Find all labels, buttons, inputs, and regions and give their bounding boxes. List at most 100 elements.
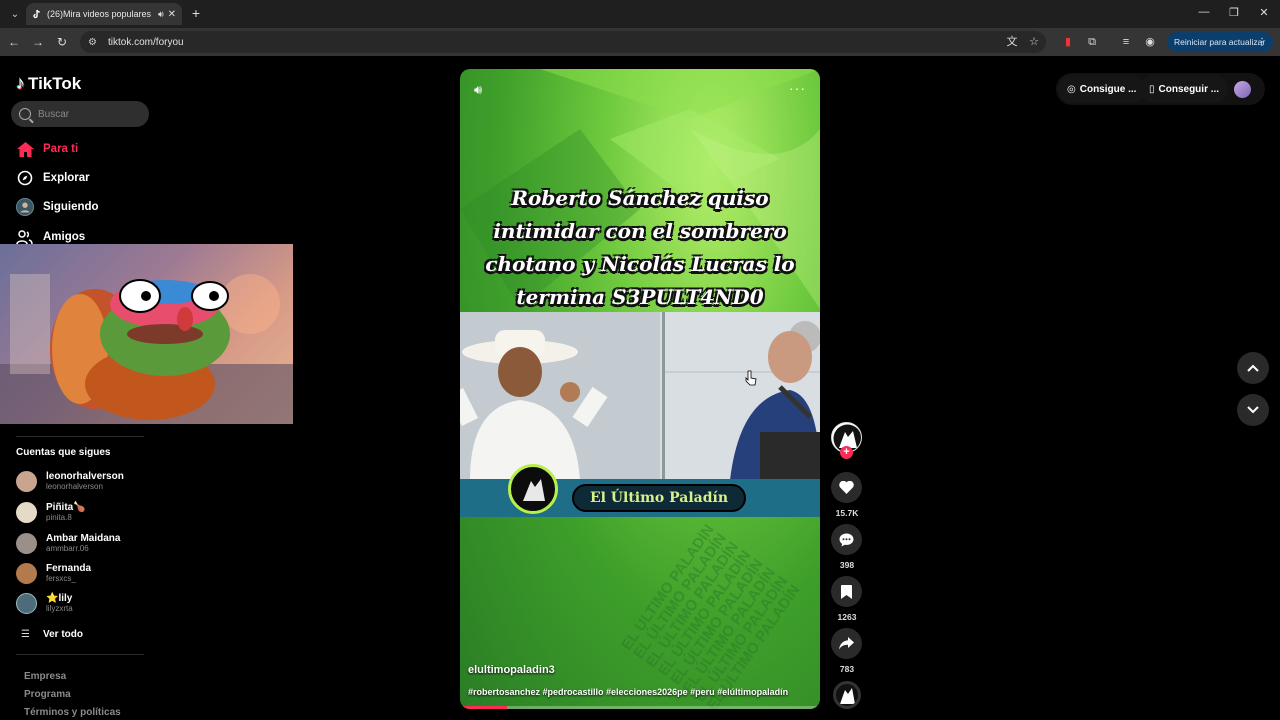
footer-link-empresa[interactable]: Empresa (24, 671, 66, 682)
chevron-up-icon (1247, 364, 1259, 372)
account-name: Piñita🍗 (46, 502, 86, 513)
account-username: ammbarr.06 (46, 544, 89, 553)
footer-link-programa[interactable]: Programa (24, 689, 71, 700)
coin-icon: ◎ (1067, 83, 1076, 95)
save-button[interactable] (831, 576, 862, 607)
nav-siguiendo[interactable]: Siguiendo (16, 198, 99, 216)
comment-icon (839, 533, 854, 546)
frame-divider (662, 312, 665, 480)
close-window-button[interactable]: ✕ (1256, 6, 1272, 19)
save-count: 1263 (837, 612, 857, 622)
heart-icon (839, 481, 854, 494)
sidebar-divider (16, 436, 144, 437)
music-disc-icon[interactable] (833, 681, 861, 709)
video-hashtags[interactable]: #robertosanchez #pedrocastillo #eleccion… (468, 687, 788, 697)
share-arrow-icon (839, 637, 854, 650)
share-count: 783 (839, 664, 855, 674)
tab-search-button[interactable]: ⌄ (6, 5, 24, 23)
list-icon: ☰ (21, 629, 30, 640)
tab-close-icon[interactable]: ✕ (168, 9, 176, 20)
account-item[interactable]: leonorhalverson leonorhalverson (16, 471, 124, 492)
update-label: Reiniciar para actualizar (1174, 37, 1266, 47)
get-app-button[interactable]: ▯ Conseguir ... (1140, 75, 1229, 103)
media-control-icon[interactable]: ≡ (1118, 34, 1134, 50)
home-icon (16, 140, 34, 158)
bookmark-star-icon[interactable]: ☆ (1026, 34, 1042, 50)
browser-toolbar: ← → ↻ ⚙ tiktok.com/foryou 文 ☆ ▮ ⧉ ≡ ◉ Re… (0, 28, 1280, 56)
browser-tab[interactable]: (26)Mira videos populares 🔊︎ ✕ (26, 3, 182, 25)
compass-icon (16, 169, 34, 187)
previous-video-button[interactable] (1237, 352, 1269, 384)
address-bar[interactable]: ⚙ tiktok.com/foryou (80, 31, 1046, 53)
search-input[interactable]: Buscar (11, 101, 149, 127)
browser-tabbar: ⌄ (26)Mira videos populares 🔊︎ ✕ + — ❐ ✕ (0, 0, 1280, 28)
get-coins-button[interactable]: ◎ Consigue ... (1058, 75, 1146, 103)
get-coins-label: Consigue ... (1079, 83, 1137, 95)
forward-button[interactable]: → (30, 34, 46, 50)
comment-count: 398 (839, 560, 855, 570)
interview-scene (460, 312, 820, 480)
volume-icon[interactable]: 🔊︎ (474, 82, 482, 98)
nav-label: Amigos (43, 231, 86, 243)
translate-icon[interactable]: 文 (1004, 34, 1020, 50)
share-button[interactable] (831, 628, 862, 659)
back-button[interactable]: ← (6, 34, 22, 50)
follow-plus-icon[interactable]: + (840, 446, 853, 459)
minimize-button[interactable]: — (1196, 6, 1212, 18)
account-item[interactable]: Fernanda fersxcs_ (16, 563, 91, 584)
logo-text: TikTok (28, 73, 82, 93)
following-section-title: Cuentas que sigues (16, 447, 111, 458)
account-username: lilyzxrta (46, 604, 73, 613)
tab-audio-icon[interactable]: 🔊︎ (158, 9, 164, 20)
sidebar-divider (16, 654, 144, 655)
footer-link-terminos[interactable]: Términos y políticas (24, 707, 121, 718)
get-app-label: Conseguir ... (1158, 83, 1220, 95)
nav-label: Para ti (43, 143, 79, 155)
avatar (16, 593, 37, 614)
video-player[interactable]: 🔊︎ ··· Roberto Sánchez quiso intimidar c… (460, 69, 820, 709)
mouse-cursor-icon (745, 370, 757, 386)
account-name: Fernanda (46, 563, 92, 574)
see-all-button[interactable]: ☰ Ver todo (21, 629, 83, 640)
video-progress-bar[interactable] (460, 706, 820, 709)
restore-button[interactable]: ❐ (1226, 6, 1242, 19)
see-all-label: Ver todo (42, 629, 83, 640)
account-username: fersxcs_ (46, 574, 76, 583)
avatar (16, 502, 37, 523)
user-avatar[interactable] (1234, 81, 1251, 98)
nav-explorar[interactable]: Explorar (16, 169, 90, 187)
next-video-button[interactable] (1237, 394, 1269, 426)
account-item[interactable]: ⭐lily lilyzxrta (16, 593, 73, 614)
chevron-down-icon (1247, 406, 1259, 414)
account-item[interactable]: Piñita🍗 pinita.8 (16, 502, 86, 523)
nav-para-ti[interactable]: Para ti (16, 140, 78, 158)
account-item[interactable]: Ambar Maidana ammbarr.06 (16, 533, 120, 554)
avatar (16, 471, 37, 492)
account-name: leonorhalverson (46, 471, 124, 482)
channel-logo-icon (508, 464, 558, 514)
profile-icon[interactable]: ◉ (1142, 34, 1158, 50)
avatar (16, 533, 37, 554)
nav-label: Explorar (43, 172, 90, 184)
menu-dots-icon[interactable]: ⋮ (1257, 37, 1267, 48)
tiktok-logo[interactable]: ♪ TikTok (16, 73, 81, 94)
account-name: Ambar Maidana (46, 533, 121, 544)
update-button[interactable]: Reiniciar para actualizar ⋮ (1167, 32, 1273, 52)
comment-button[interactable] (831, 524, 862, 555)
bookmark-icon (841, 584, 852, 599)
site-info-icon[interactable]: ⚙ (88, 37, 102, 48)
following-avatar-icon (16, 198, 34, 216)
video-author[interactable]: elultimopaladin3 (468, 664, 555, 676)
like-count: 15.7K (835, 508, 859, 518)
phone-icon: ▯ (1149, 83, 1155, 95)
account-name: ⭐lily (46, 593, 73, 604)
like-button[interactable] (831, 472, 862, 503)
url-text: tiktok.com/foryou (108, 36, 184, 48)
more-options-icon[interactable]: ··· (789, 80, 806, 96)
avatar (16, 563, 37, 584)
new-tab-button[interactable]: + (188, 5, 204, 21)
reload-button[interactable]: ↻ (54, 34, 70, 50)
video-clip-frame (460, 312, 820, 480)
extension-icon[interactable]: ▮ (1060, 34, 1076, 50)
extensions-puzzle-icon[interactable]: ⧉ (1084, 34, 1100, 50)
